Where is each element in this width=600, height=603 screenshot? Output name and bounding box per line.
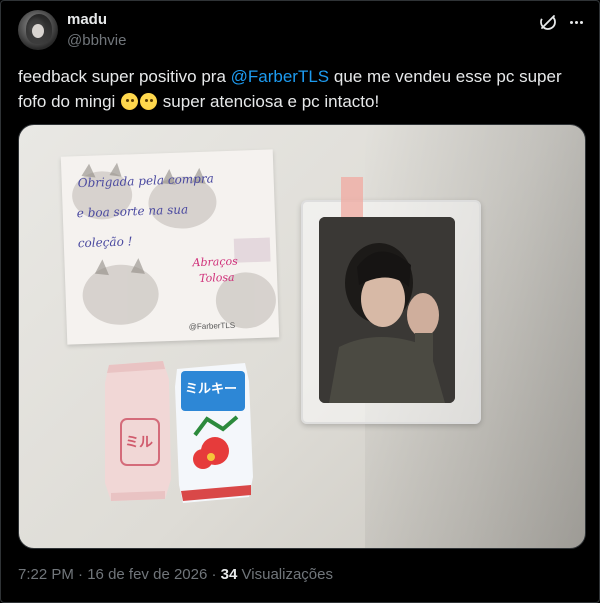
tweet-date[interactable]: 16 de fev de 2026 bbox=[87, 566, 207, 583]
tweet-time[interactable]: 7:22 PM bbox=[18, 566, 74, 583]
pleading-face-emoji bbox=[121, 93, 139, 110]
grok-icon[interactable] bbox=[538, 12, 558, 32]
views-count[interactable]: 34 bbox=[221, 566, 238, 583]
dot bbox=[574, 20, 578, 24]
blue-candy: ミルキー bbox=[175, 363, 253, 503]
svg-text:ミル: ミル bbox=[125, 435, 153, 451]
dot bbox=[569, 20, 573, 24]
pink-candy: ミル bbox=[105, 361, 171, 501]
author-handle[interactable]: @bbhvie bbox=[67, 32, 126, 49]
tweet-photo[interactable]: Obrigada pela compra e boa sorte na sua … bbox=[18, 124, 586, 549]
tweet-meta: 7:22 PM · 16 de fev de 2026 · 34 Visuali… bbox=[18, 566, 333, 583]
photocard bbox=[319, 217, 455, 403]
avatar[interactable] bbox=[18, 10, 58, 50]
more-horizontal-icon[interactable] bbox=[564, 10, 588, 34]
author-display-name[interactable]: madu bbox=[67, 11, 107, 28]
note-signature: Tolosa bbox=[198, 270, 235, 285]
avatar-face bbox=[32, 24, 44, 38]
photocard-portrait bbox=[319, 217, 455, 403]
dot bbox=[579, 20, 583, 24]
note-signature: Abraços bbox=[192, 254, 238, 270]
tweet-text: feedback super positivo pra @FarberTLS q… bbox=[18, 64, 578, 114]
pleading-face-emoji bbox=[140, 93, 158, 110]
note-credit: @FarberTLS bbox=[188, 320, 236, 332]
views-label: Visualizações bbox=[241, 566, 333, 583]
candy-wrappers: ミル ミルキー bbox=[105, 361, 253, 503]
thank-you-note: Obrigada pela compra e boa sorte na sua … bbox=[60, 149, 280, 345]
mention-link[interactable]: @FarberTLS bbox=[231, 67, 330, 86]
note-line: coleção ! bbox=[77, 234, 133, 251]
tweet-text-part: feedback super positivo pra bbox=[18, 67, 231, 86]
svg-text:ミルキー: ミルキー bbox=[185, 382, 237, 397]
meta-separator: · bbox=[78, 566, 84, 583]
meta-separator: · bbox=[211, 566, 217, 583]
tweet-text-part: super atenciosa e pc intacto! bbox=[158, 92, 380, 111]
